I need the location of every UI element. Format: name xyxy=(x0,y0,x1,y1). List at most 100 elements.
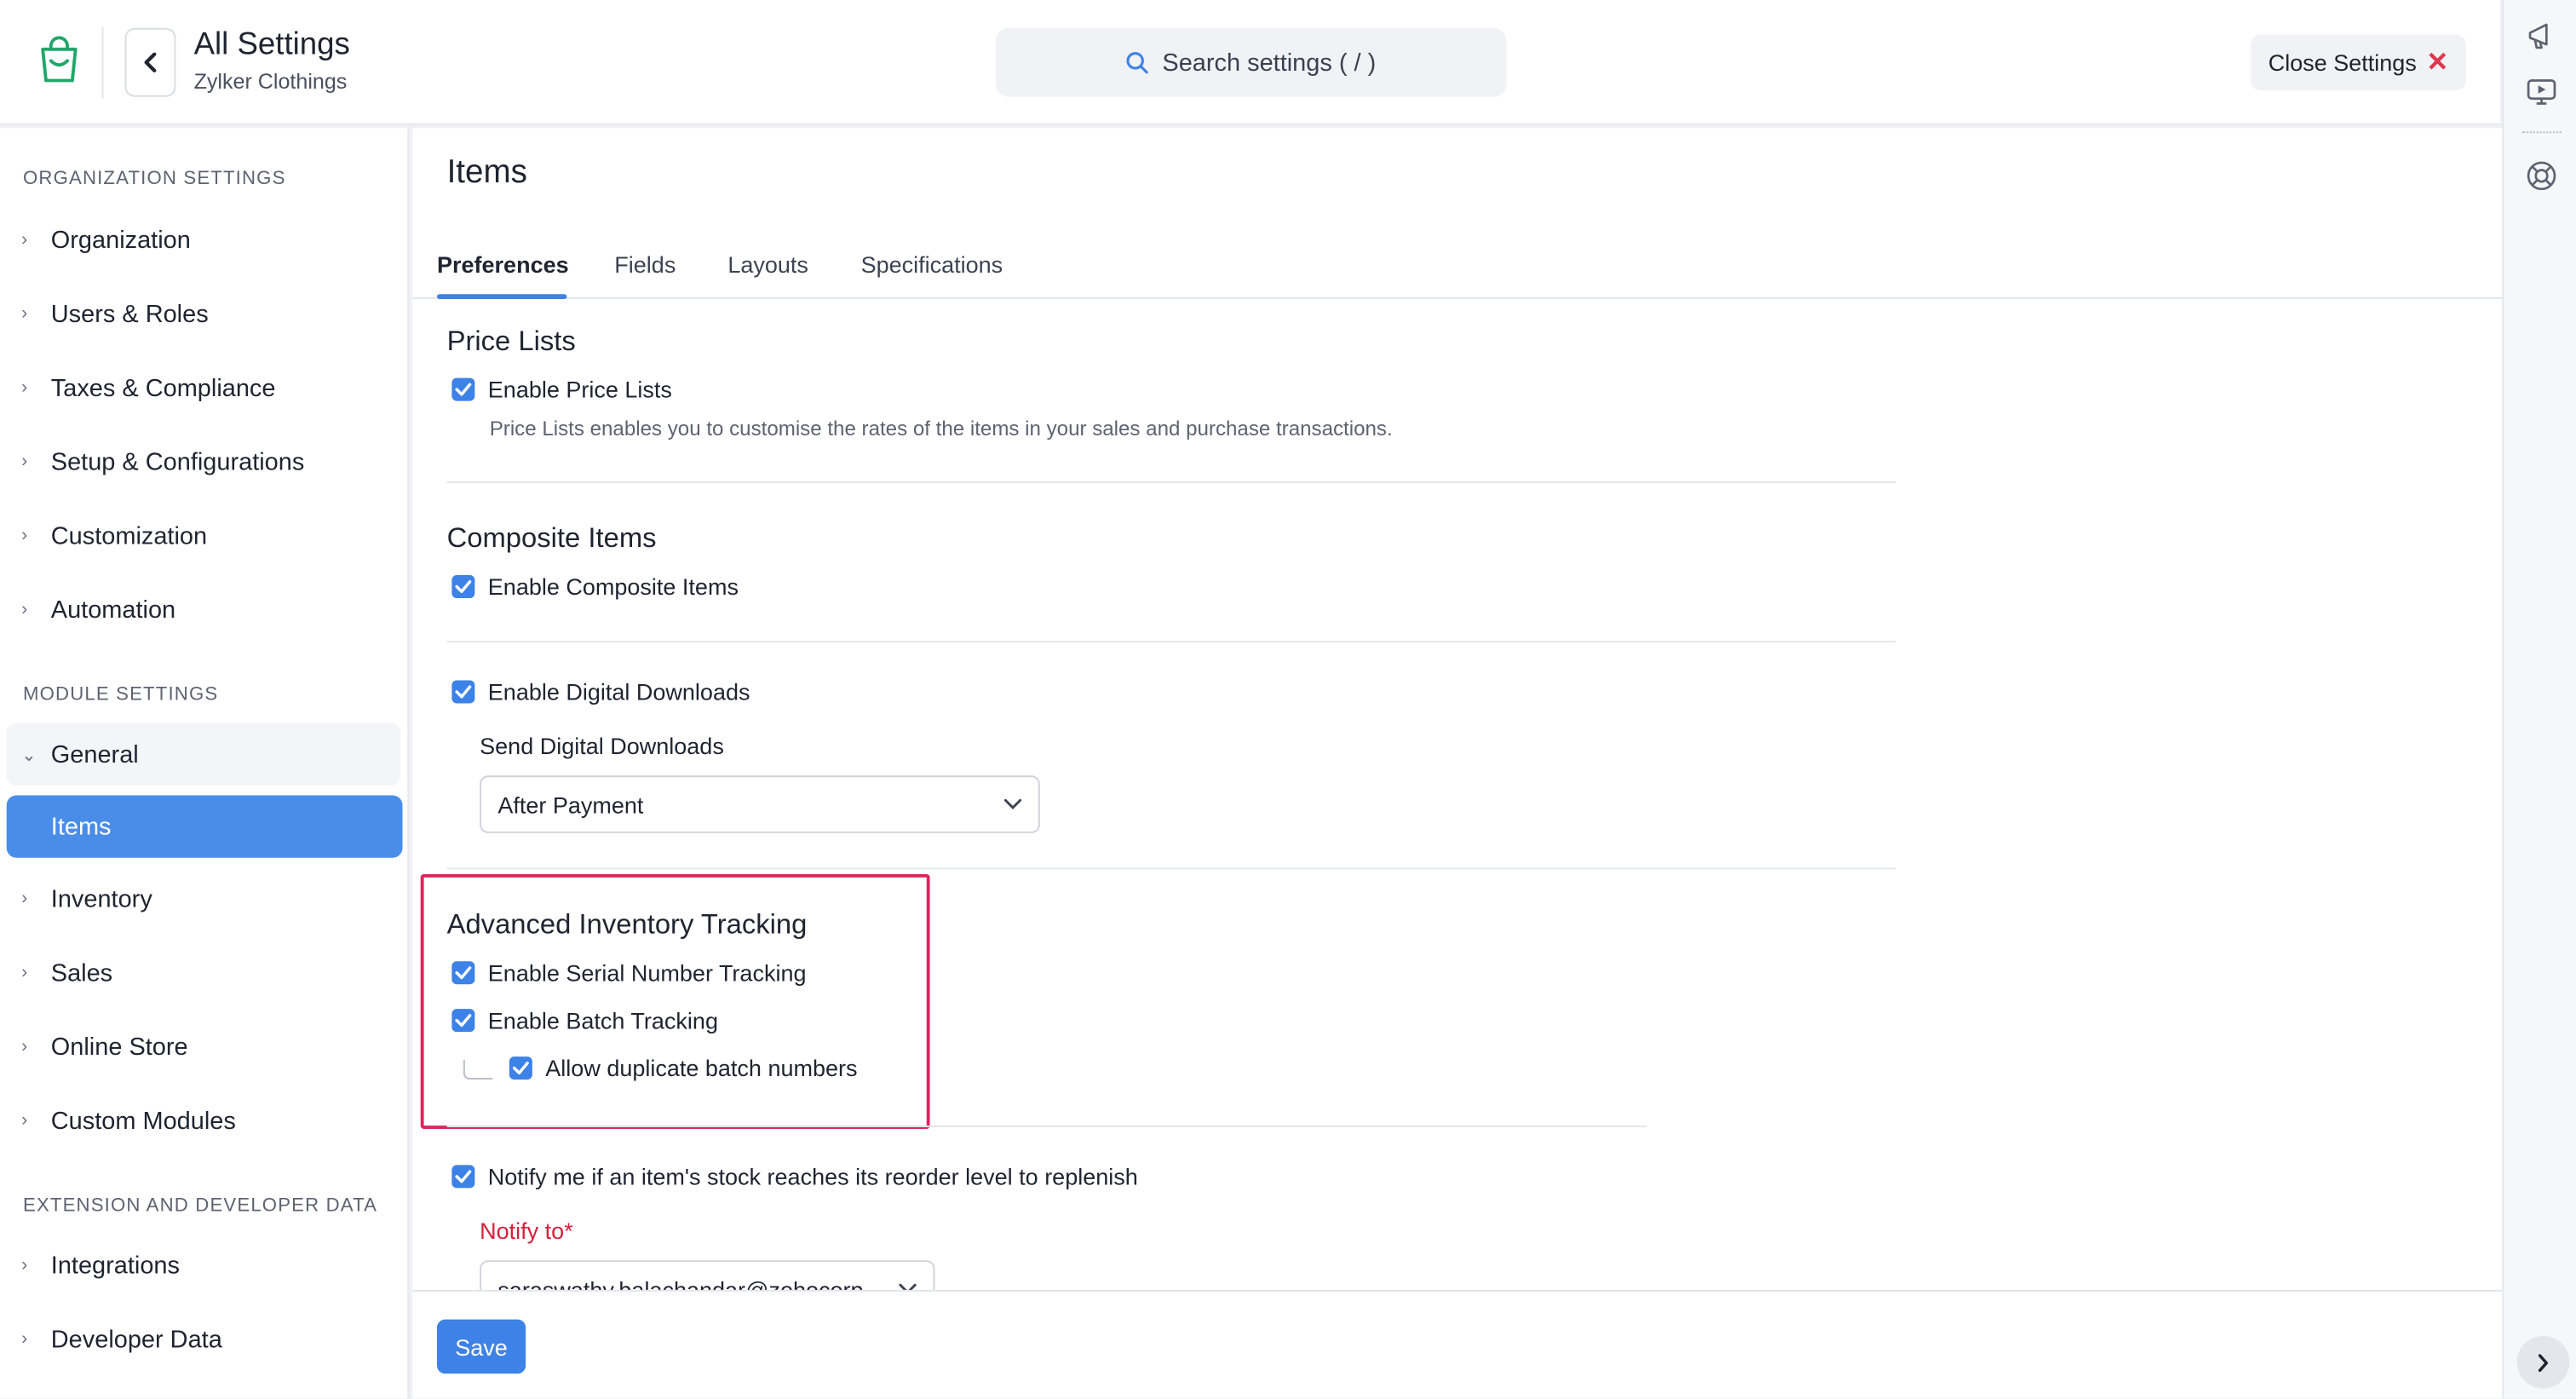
chevron-right-icon: › xyxy=(21,1110,28,1131)
page-title: Items xyxy=(446,154,527,191)
close-settings-button[interactable]: Close Settings ✕ xyxy=(2251,34,2466,91)
sidebar-item-label: General xyxy=(50,740,139,769)
check-icon xyxy=(451,680,475,704)
sidebar-item-label: Custom Modules xyxy=(50,1106,236,1135)
select-value: After Payment xyxy=(497,791,644,818)
tab-specifications[interactable]: Specifications xyxy=(861,251,1003,278)
sidebar-item-label: Sales xyxy=(50,959,113,987)
checkbox-label: Enable Serial Number Tracking xyxy=(487,959,807,987)
advanced-inventory-tracking-heading: Advanced Inventory Tracking xyxy=(446,908,808,941)
notify-to-label: Notify to* xyxy=(480,1218,573,1244)
header-divider xyxy=(101,26,104,99)
allow-duplicate-batch-numbers-checkbox[interactable]: Allow duplicate batch numbers xyxy=(509,1055,858,1081)
chevron-down-icon: ⌄ xyxy=(21,745,37,765)
items-preferences-panel: Items Preferences Fields Layouts Specifi… xyxy=(412,128,2503,1399)
check-icon xyxy=(451,1009,475,1033)
enable-price-lists-checkbox[interactable]: Enable Price Lists xyxy=(451,377,672,403)
chevron-right-icon: › xyxy=(21,526,28,546)
settings-sidebar: ORGANIZATION SETTINGS › Organization › Use… xyxy=(0,128,410,1399)
chevron-right-icon: › xyxy=(21,230,28,250)
chevron-right-icon: › xyxy=(21,889,28,909)
store-logo-icon xyxy=(41,36,78,83)
sidebar-item-label: Users & Roles xyxy=(50,299,209,328)
send-digital-downloads-label: Send Digital Downloads xyxy=(480,733,724,760)
search-icon xyxy=(1127,52,1149,74)
select-value: saraswathy.balachandar@zohocorp... xyxy=(497,1275,883,1290)
rail-divider xyxy=(2521,131,2562,134)
sidebar-item-label: Organization xyxy=(50,226,191,254)
sidebar-item-label: Online Store xyxy=(50,1033,188,1061)
close-settings-label: Close Settings xyxy=(2268,49,2417,76)
chevron-right-icon: › xyxy=(21,1329,28,1350)
enable-digital-downloads-checkbox[interactable]: Enable Digital Downloads xyxy=(451,679,750,705)
sidebar-item-label: Customization xyxy=(50,521,208,550)
module-settings-heading: MODULE SETTINGS xyxy=(23,685,219,705)
back-button[interactable] xyxy=(124,27,176,97)
sidebar-item-label: Automation xyxy=(50,596,176,624)
sidebar-item-label: Developer Data xyxy=(50,1325,222,1354)
chevron-right-icon: › xyxy=(21,599,28,620)
organization-name: Zylker Clothings xyxy=(193,69,348,94)
section-divider xyxy=(446,867,1896,870)
check-icon xyxy=(509,1056,532,1080)
notify-reorder-level-checkbox[interactable]: Notify me if an item's stock reaches its… xyxy=(451,1163,1138,1190)
tab-layouts[interactable]: Layouts xyxy=(727,251,808,278)
sidebar-item-online-store[interactable]: › Online Store xyxy=(7,1016,401,1078)
chevron-down-icon xyxy=(899,1283,917,1290)
sidebar-item-custom-modules[interactable]: › Custom Modules xyxy=(7,1090,401,1152)
sidebar-item-label: Integrations xyxy=(50,1251,180,1280)
top-bar: All Settings Zylker Clothings Search set… xyxy=(0,0,2501,125)
check-icon xyxy=(451,961,475,985)
search-input[interactable]: Search settings ( / ) xyxy=(995,27,1507,97)
price-lists-help-text: Price Lists enables you to customise the… xyxy=(489,417,1393,440)
nested-connector xyxy=(463,1059,493,1080)
chevron-right-icon: › xyxy=(21,377,28,398)
tab-fields[interactable]: Fields xyxy=(614,251,676,278)
sidebar-item-taxes-compliance[interactable]: › Taxes & Compliance xyxy=(7,357,401,419)
help-icon[interactable] xyxy=(2525,159,2558,193)
enable-serial-number-tracking-checkbox[interactable]: Enable Serial Number Tracking xyxy=(451,959,806,986)
sidebar-item-items[interactable]: Items xyxy=(6,795,403,858)
sidebar-item-customization[interactable]: › Customization xyxy=(7,504,401,567)
search-placeholder: Search settings ( / ) xyxy=(1162,48,1377,77)
close-icon: ✕ xyxy=(2426,49,2449,78)
sidebar-item-organization[interactable]: › Organization xyxy=(7,209,401,271)
check-icon xyxy=(451,575,475,599)
sidebar-item-integrations[interactable]: › Integrations xyxy=(7,1234,401,1296)
notify-to-select[interactable]: saraswathy.balachandar@zohocorp... xyxy=(480,1260,935,1290)
settings-title: All Settings xyxy=(193,27,350,63)
sidebar-item-label: Setup & Configurations xyxy=(50,447,305,476)
sidebar-item-automation[interactable]: › Automation xyxy=(7,579,401,641)
active-tab-indicator xyxy=(437,294,567,300)
checkbox-label: Enable Digital Downloads xyxy=(487,678,750,705)
section-divider xyxy=(446,481,1896,484)
check-icon xyxy=(451,1165,475,1189)
chevron-right-icon: › xyxy=(21,303,28,324)
extension-developer-heading: EXTENSION AND DEVELOPER DATA xyxy=(23,1196,378,1217)
checkbox-label: Notify me if an item's stock reaches its… xyxy=(487,1163,1138,1190)
composite-items-heading: Composite Items xyxy=(446,522,657,554)
enable-batch-tracking-checkbox[interactable]: Enable Batch Tracking xyxy=(451,1007,718,1033)
video-icon[interactable] xyxy=(2525,76,2558,109)
tab-preferences[interactable]: Preferences xyxy=(437,251,569,278)
send-digital-downloads-select[interactable]: After Payment xyxy=(480,775,1040,833)
sidebar-item-general[interactable]: ⌄ General xyxy=(6,723,401,786)
tab-bar: Preferences Fields Layouts Specification… xyxy=(412,246,2503,300)
sidebar-item-users-roles[interactable]: › Users & Roles xyxy=(7,283,401,345)
checkbox-label: Enable Price Lists xyxy=(487,376,672,403)
sidebar-item-setup-configurations[interactable]: › Setup & Configurations xyxy=(7,430,401,492)
save-button[interactable]: Save xyxy=(437,1319,526,1374)
footer-bar: Save xyxy=(412,1289,2503,1399)
sidebar-item-label: Inventory xyxy=(50,884,152,913)
chevron-down-icon xyxy=(1003,798,1022,809)
enable-composite-items-checkbox[interactable]: Enable Composite Items xyxy=(451,573,739,600)
chevron-right-icon: › xyxy=(21,1255,28,1275)
megaphone-icon[interactable] xyxy=(2525,20,2558,53)
sidebar-item-sales[interactable]: › Sales xyxy=(7,941,401,1004)
expand-rail-button[interactable] xyxy=(2516,1335,2570,1389)
sidebar-item-label: Taxes & Compliance xyxy=(50,373,276,402)
checkbox-label: Enable Batch Tracking xyxy=(487,1007,718,1034)
sidebar-item-developer-data[interactable]: › Developer Data xyxy=(7,1308,401,1370)
check-icon xyxy=(451,377,475,401)
sidebar-item-inventory[interactable]: › Inventory xyxy=(7,867,401,930)
